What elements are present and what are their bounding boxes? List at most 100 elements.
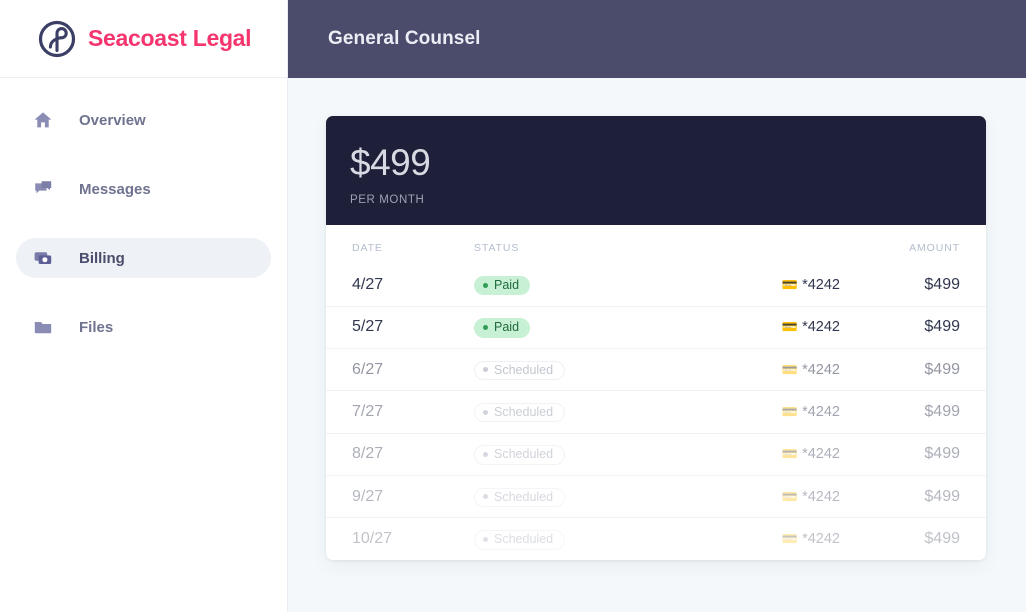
sidebar-item-label: Files xyxy=(79,319,113,336)
sidebar-item-billing[interactable]: Billing xyxy=(16,238,271,278)
cell-card: 💳 *4242 xyxy=(714,475,866,517)
cell-amount: $499 xyxy=(866,349,986,391)
card-last4: *4242 xyxy=(802,277,840,293)
invoice-date: 4/27 xyxy=(352,276,383,293)
column-header-amount: AMOUNT xyxy=(866,225,986,264)
table-row[interactable]: 9/27Scheduled💳*4242$499 xyxy=(326,475,986,517)
status-badge: Scheduled xyxy=(474,445,565,465)
cell-amount: $499 xyxy=(866,391,986,433)
invoice-date: 8/27 xyxy=(352,445,383,462)
table-header-row: DATE STATUS AMOUNT xyxy=(326,225,986,264)
invoice-amount: $499 xyxy=(924,318,960,335)
plan-amount: $499 xyxy=(350,144,962,183)
home-icon xyxy=(32,109,54,131)
status-dot-icon xyxy=(483,325,488,330)
invoice-amount: $499 xyxy=(924,403,960,420)
payment-method: 💳*4242 xyxy=(782,404,840,420)
cell-status: Scheduled xyxy=(474,391,714,433)
chat-bubbles-icon xyxy=(32,178,54,200)
card-last4: *4242 xyxy=(802,446,840,462)
card-last4: *4242 xyxy=(802,362,840,378)
status-label: Scheduled xyxy=(494,448,553,461)
table-row[interactable]: 6/27Scheduled 💳 *4242 $499 xyxy=(326,349,986,391)
plan-period: PER MONTH xyxy=(350,194,962,206)
status-label: Scheduled xyxy=(494,533,553,546)
content-area: $499 PER MONTH DATE STATUS AMOUNT 4/27 Pa… xyxy=(288,78,1026,612)
status-dot-icon xyxy=(483,283,488,288)
status-badge: Paid xyxy=(474,276,530,296)
sidebar-item-messages[interactable]: Messages xyxy=(16,169,271,209)
status-dot-icon xyxy=(483,537,488,542)
cell-card: 💳 *4242 xyxy=(714,306,866,348)
sidebar-item-files[interactable]: Files xyxy=(16,307,271,347)
status-dot-icon xyxy=(483,410,488,415)
table-row[interactable]: 4/27 Paid 💳*4242 $499 xyxy=(326,264,986,306)
payment-method: 💳 *4242 xyxy=(782,362,840,378)
credit-card-icon: 💳 xyxy=(782,446,798,461)
brand-logo[interactable]: Seacoast Legal xyxy=(0,0,287,78)
cell-date: 4/27 xyxy=(326,264,474,306)
main-area: General Counsel $499 PER MONTH DATE STAT… xyxy=(288,0,1026,612)
status-dot-icon xyxy=(483,452,488,457)
status-badge: Paid xyxy=(474,318,530,338)
sidebar-item-label: Overview xyxy=(79,112,146,129)
payment-method: 💳 *4242 xyxy=(782,319,840,335)
table-row[interactable]: 7/27 Scheduled 💳*4242 $499 xyxy=(326,391,986,433)
status-label: Paid xyxy=(494,279,519,292)
credit-card-icon: 💳 xyxy=(782,531,798,546)
plan-price-banner: $499 PER MONTH xyxy=(326,116,986,225)
cell-date: 8/27 xyxy=(326,433,474,475)
status-badge: Scheduled xyxy=(474,361,565,381)
cell-status: Paid xyxy=(474,264,714,306)
cell-amount: $499 xyxy=(866,475,986,517)
cell-card: 💳*4242 xyxy=(714,264,866,306)
column-header-status: STATUS xyxy=(474,225,714,264)
table-row[interactable]: 8/27 Scheduled 💳 *4242 $499 xyxy=(326,433,986,475)
invoices-table: DATE STATUS AMOUNT 4/27Paid💳*4242$4995/2… xyxy=(326,225,986,560)
sidebar-item-overview[interactable]: Overview xyxy=(16,100,271,140)
credit-card-icon: 💳 xyxy=(782,319,798,334)
table-row[interactable]: 10/27 Scheduled 💳 *4242 $499 xyxy=(326,518,986,560)
invoice-amount: $499 xyxy=(924,276,960,293)
status-label: Paid xyxy=(494,321,519,334)
card-last4: *4242 xyxy=(802,319,840,335)
status-badge: Scheduled xyxy=(474,403,565,423)
cell-status: Paid xyxy=(474,306,714,348)
invoices-table-head: DATE STATUS AMOUNT xyxy=(326,225,986,264)
payment-method: 💳 *4242 xyxy=(782,531,840,547)
invoice-date: 7/27 xyxy=(352,403,383,420)
invoice-date: 5/27 xyxy=(352,318,383,335)
cell-amount: $499 xyxy=(866,306,986,348)
cell-amount: $499 xyxy=(866,518,986,560)
cell-date: 10/27 xyxy=(326,518,474,560)
spiral-circle-logo-icon xyxy=(38,20,76,58)
cell-date: 7/27 xyxy=(326,391,474,433)
sidebar-nav: Overview Messages Billing xyxy=(0,78,287,376)
cell-status: Scheduled xyxy=(474,433,714,475)
invoice-date: 9/27 xyxy=(352,488,383,505)
credit-cards-icon xyxy=(32,247,54,269)
cell-date: 5/27 xyxy=(326,306,474,348)
column-header-date: DATE xyxy=(326,225,474,264)
folder-icon xyxy=(32,316,54,338)
payment-method: 💳 *4242 xyxy=(782,489,840,505)
credit-card-icon: 💳 xyxy=(782,489,798,504)
invoice-amount: $499 xyxy=(924,445,960,462)
table-row[interactable]: 5/27 Paid 💳 *4242 $499 xyxy=(326,306,986,348)
sidebar: Seacoast Legal Overview Messages xyxy=(0,0,288,612)
cell-status: Scheduled xyxy=(474,349,714,391)
brand-name: Seacoast Legal xyxy=(88,25,251,52)
payment-method: 💳*4242 xyxy=(782,277,840,293)
cell-date: 6/27 xyxy=(326,349,474,391)
invoice-amount: $499 xyxy=(924,530,960,547)
card-last4: *4242 xyxy=(802,531,840,547)
credit-card-icon: 💳 xyxy=(782,362,798,377)
billing-card: $499 PER MONTH DATE STATUS AMOUNT 4/27 Pa… xyxy=(326,116,986,560)
sidebar-item-label: Billing xyxy=(79,250,125,267)
cell-amount: $499 xyxy=(866,433,986,475)
cell-status: Scheduled xyxy=(474,518,714,560)
invoices-table-body: 4/27Paid💳*4242$4995/27Paid💳*4242$4996/27… xyxy=(326,264,986,560)
status-label: Scheduled xyxy=(494,406,553,419)
card-last4: *4242 xyxy=(802,489,840,505)
page-title: General Counsel xyxy=(328,28,481,50)
